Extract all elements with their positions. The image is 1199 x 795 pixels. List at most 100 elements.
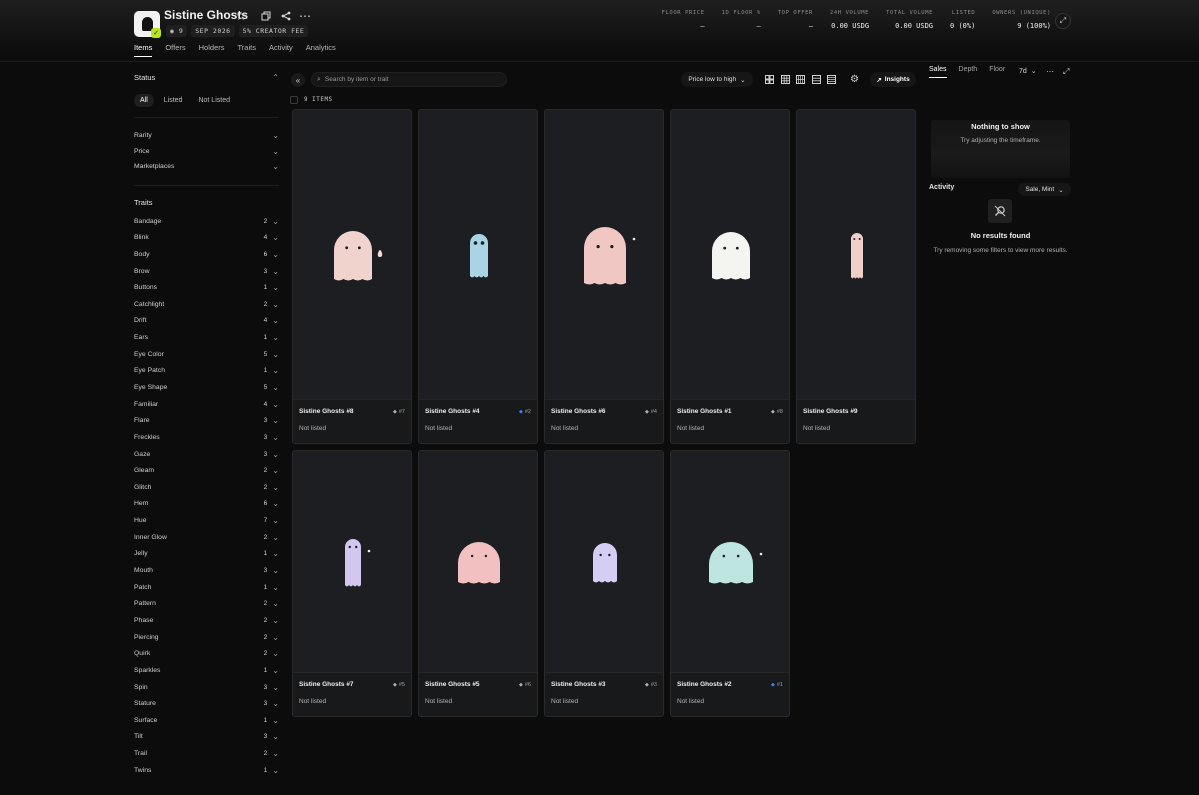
grid-small-icon[interactable] [795,74,805,84]
trait-filter-row[interactable]: Pattern 2 ⌄ [134,596,279,613]
search-input-wrapper[interactable]: ⌕ [311,72,507,87]
nft-card[interactable]: Sistine Ghosts #2 ◆ #1 Not listed [670,450,790,717]
grid-medium-icon[interactable] [780,74,790,84]
nft-card[interactable]: Sistine Ghosts #8 ◆ #7 Not listed [292,109,412,444]
trait-filter-row[interactable]: Bandage 2 ⌄ [134,213,279,230]
nft-image[interactable] [293,110,411,399]
trait-filter-row[interactable]: Body 6 ⌄ [134,246,279,263]
copy-icon[interactable] [259,9,273,23]
expand-icon[interactable]: ⤢ [1055,13,1071,29]
nft-card[interactable]: Sistine Ghosts #4 ◆ #2 Not listed [418,109,538,444]
trait-filter-row[interactable]: Familiar 4 ⌄ [134,396,279,413]
nft-card[interactable]: Sistine Ghosts #1 ◆ #8 Not listed [670,109,790,444]
trait-filter-row[interactable]: Eye Color 5 ⌄ [134,346,279,363]
tab-items[interactable]: Items [134,43,153,57]
share-icon[interactable] [279,9,293,23]
search-input[interactable] [324,76,495,83]
star-icon[interactable]: ☆ [234,9,248,23]
nft-image[interactable] [419,110,537,399]
nft-image[interactable] [671,451,789,672]
trait-filter-row[interactable]: Jelly 1 ⌄ [134,546,279,563]
nft-image[interactable] [671,110,789,399]
trait-filter-row[interactable]: Surface 1 ⌄ [134,712,279,729]
trait-filter-row[interactable]: Eye Patch 1 ⌄ [134,363,279,380]
table-view-icon[interactable] [826,74,836,84]
trait-filter-row[interactable]: Quirk 2 ⌄ [134,645,279,662]
trait-filter-row[interactable]: Gaze 3 ⌄ [134,446,279,463]
timeframe-dropdown[interactable]: 7d ⌄ [1019,67,1037,76]
trait-filter-row[interactable]: Blink 4 ⌄ [134,229,279,246]
tab-analytics[interactable]: Analytics [306,43,336,57]
trait-filter-row[interactable]: Flare 3 ⌄ [134,412,279,429]
trait-filter-row[interactable]: Inner Glow 2 ⌄ [134,529,279,546]
tab-activity[interactable]: Activity [269,43,293,57]
status-filter-not-listed[interactable]: Not Listed [192,94,236,107]
trait-filter-row[interactable]: Freckles 3 ⌄ [134,429,279,446]
trait-filter-row[interactable]: Phase 2 ⌄ [134,612,279,629]
status-filter-all[interactable]: All [134,94,154,107]
trait-filter-row[interactable]: Tilt 3 ⌄ [134,729,279,746]
filter-rarity[interactable]: Rarity ⌄ [134,128,279,144]
chevron-down-icon: ⌄ [272,131,279,141]
sort-dropdown[interactable]: Price low to high ⌄ [681,72,753,87]
trait-filter-row[interactable]: Hue 7 ⌄ [134,512,279,529]
chart-empty-title: Nothing to show [971,122,1030,131]
status-filter-listed[interactable]: Listed [158,94,189,107]
trait-filter-row[interactable]: Sparkles 1 ⌄ [134,662,279,679]
trait-name: Hem [134,500,149,508]
trait-filter-row[interactable]: Piercing 2 ⌄ [134,629,279,646]
activity-filter-dropdown[interactable]: Sale, Mint ⌄ [1018,183,1071,196]
trait-filter-row[interactable]: Gleam 2 ⌄ [134,462,279,479]
filter-price[interactable]: Price ⌄ [134,144,279,160]
trait-filter-row[interactable]: Hem 6 ⌄ [134,496,279,513]
trait-filter-row[interactable]: Catchlight 2 ⌄ [134,296,279,313]
trait-filter-row[interactable]: Mouth 3 ⌄ [134,562,279,579]
stat-1d-floor: 1D FLOOR % — [721,10,761,30]
filter-marketplaces[interactable]: Marketplaces ⌄ [134,159,279,175]
tab-depth[interactable]: Depth [959,66,978,78]
nft-card[interactable]: Sistine Ghosts #5 ◆ #6 Not listed [418,450,538,717]
insights-button[interactable]: ↗ Insights [870,72,916,87]
nft-image[interactable] [545,451,663,672]
expand-icon[interactable]: ⤢ [1063,67,1069,77]
trait-filter-row[interactable]: Eye Shape 5 ⌄ [134,379,279,396]
select-all-checkbox[interactable] [290,96,298,104]
trait-filter-row[interactable]: Ears 1 ⌄ [134,329,279,346]
trait-name: Eye Patch [134,367,165,375]
nft-card[interactable]: Sistine Ghosts #9 Not listed [796,109,916,444]
trait-filter-row[interactable]: Trail 2 ⌄ [134,745,279,762]
more-icon[interactable]: ⋯ [1046,67,1054,76]
trait-filter-row[interactable]: Stature 3 ⌄ [134,695,279,712]
trait-filter-row[interactable]: Drift 4 ⌄ [134,313,279,330]
grid-large-icon[interactable] [764,74,774,84]
nft-card[interactable]: Sistine Ghosts #7 ◆ #5 Not listed [292,450,412,717]
nft-image[interactable] [797,110,915,399]
nft-image[interactable] [293,451,411,672]
tab-traits[interactable]: Traits [237,43,255,57]
nft-image[interactable] [545,110,663,399]
status-section-header[interactable]: Status ⌃ [134,70,279,84]
trait-count: 2 [263,750,268,758]
settings-icon[interactable]: ⚙ [849,74,860,85]
trait-filter-row[interactable]: Buttons 1 ⌄ [134,279,279,296]
trait-filter-row[interactable]: Glitch 2 ⌄ [134,479,279,496]
status-filters: All Listed Not Listed [134,94,279,107]
trait-filter-row[interactable]: Brow 3 ⌄ [134,263,279,280]
nft-image[interactable] [419,451,537,672]
tab-offers[interactable]: Offers [165,43,185,57]
chevron-down-icon: ⌄ [272,466,279,476]
trait-filter-row[interactable]: Patch 1 ⌄ [134,579,279,596]
nft-card[interactable]: Sistine Ghosts #6 ◆ #4 Not listed [544,109,664,444]
list-view-icon[interactable] [811,74,821,84]
search-off-icon [988,199,1012,223]
tab-sales[interactable]: Sales [929,66,947,78]
collapse-sidebar-icon[interactable]: « [291,73,305,87]
trait-filter-row[interactable]: Spin 3 ⌄ [134,679,279,696]
more-icon[interactable]: ⋯ [298,9,312,23]
trait-name: Tilt [134,733,143,741]
timeframe-label: 7d [1019,67,1027,75]
trait-filter-row[interactable]: Twins 1 ⌄ [134,762,279,779]
tab-floor[interactable]: Floor [989,66,1005,78]
tab-holders[interactable]: Holders [199,43,225,57]
nft-card[interactable]: Sistine Ghosts #3 ◆ #3 Not listed [544,450,664,717]
